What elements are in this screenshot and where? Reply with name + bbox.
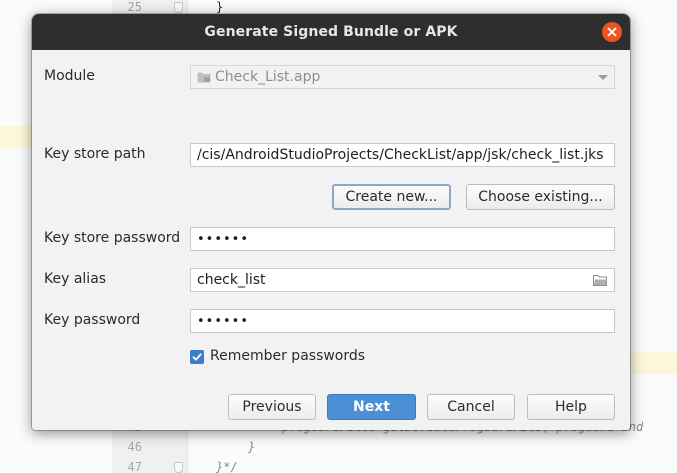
key-alias-label: Key alias xyxy=(44,271,107,287)
help-button[interactable]: Help xyxy=(527,394,615,420)
editor-highlight xyxy=(0,126,36,148)
key-store-path-label: Key store path xyxy=(44,146,146,162)
editor-line: 46 } xyxy=(0,438,677,456)
editor-line: 47 }*/ xyxy=(0,458,677,473)
editor-highlight xyxy=(628,352,677,374)
key-alias-input[interactable]: check_list xyxy=(190,268,615,292)
help-label: Help xyxy=(555,399,587,415)
close-button[interactable] xyxy=(602,22,622,42)
close-icon xyxy=(607,27,617,37)
line-number: 46 xyxy=(127,440,142,454)
previous-label: Previous xyxy=(242,399,302,415)
module-select: Check_List.app xyxy=(190,65,615,89)
key-store-path-input[interactable]: /cis/AndroidStudioProjects/CheckList/app… xyxy=(190,143,615,167)
previous-button[interactable]: Previous xyxy=(228,394,316,420)
cancel-label: Cancel xyxy=(447,399,495,415)
remember-passwords-checkbox[interactable] xyxy=(190,350,204,364)
key-store-path-value: /cis/AndroidStudioProjects/CheckList/app… xyxy=(197,147,604,163)
module-value: Check_List.app xyxy=(215,69,321,85)
line-number: 47 xyxy=(127,460,142,473)
next-button[interactable]: Next xyxy=(327,394,416,420)
key-store-password-input[interactable]: •••••• xyxy=(190,227,615,251)
checkmark-icon xyxy=(192,353,202,361)
create-new-button[interactable]: Create new... xyxy=(332,184,451,210)
key-password-value: •••••• xyxy=(197,314,250,329)
dialog-titlebar[interactable]: Generate Signed Bundle or APK xyxy=(32,14,630,50)
key-alias-value: check_list xyxy=(197,272,266,288)
module-label: Module xyxy=(44,68,95,84)
remember-passwords-label[interactable]: Remember passwords xyxy=(210,348,365,364)
key-store-password-label: Key store password xyxy=(44,230,181,246)
fold-icon[interactable] xyxy=(174,462,183,473)
choose-existing-label: Choose existing... xyxy=(478,189,603,205)
code-text: }*/ xyxy=(216,460,238,473)
generate-signed-bundle-dialog: Generate Signed Bundle or APK Module Che… xyxy=(32,14,630,430)
code-text: } xyxy=(248,440,256,454)
fold-icon[interactable] xyxy=(174,2,183,13)
next-label: Next xyxy=(353,399,390,415)
key-store-password-value: •••••• xyxy=(197,232,250,247)
key-password-input[interactable]: •••••• xyxy=(190,309,615,333)
dialog-title: Generate Signed Bundle or APK xyxy=(204,24,458,40)
choose-existing-button[interactable]: Choose existing... xyxy=(466,184,615,210)
chevron-down-icon xyxy=(598,75,608,80)
browse-folder-icon[interactable] xyxy=(593,274,608,286)
key-password-label: Key password xyxy=(44,312,141,328)
folder-icon xyxy=(197,72,211,83)
create-new-label: Create new... xyxy=(345,189,438,205)
cancel-button[interactable]: Cancel xyxy=(427,394,515,420)
